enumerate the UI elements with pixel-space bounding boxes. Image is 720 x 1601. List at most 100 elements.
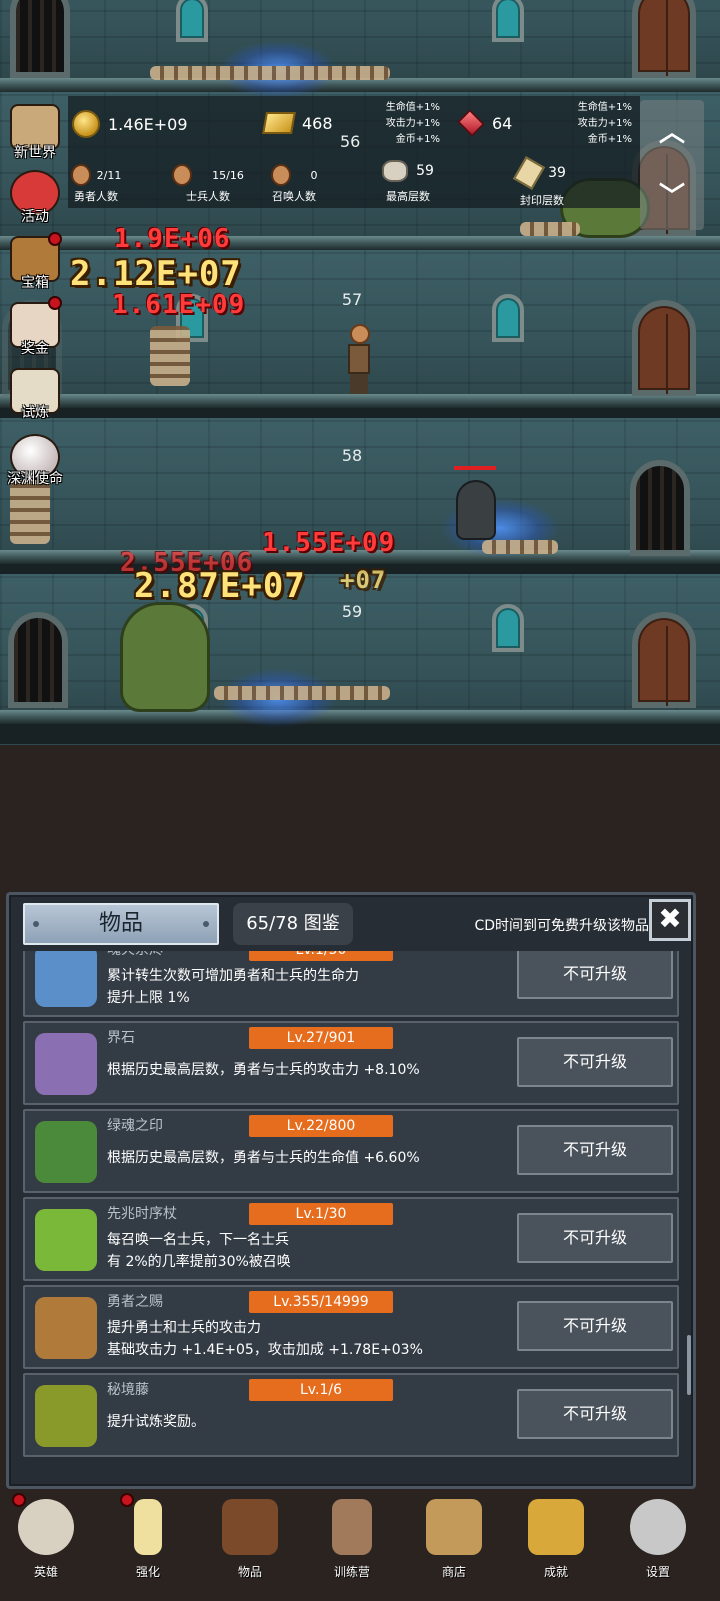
window (492, 604, 524, 652)
item-level: Lv.355/14999 (249, 1291, 393, 1313)
item-list[interactable]: 魂火余烬 Lv.1/50 累计转生次数可增加勇者和士兵的生命力 提升上限 1% … (23, 951, 685, 1479)
desc-line: 每召唤一名士兵，下一名士兵 (107, 1232, 289, 1248)
beer-mug-icon (35, 1297, 97, 1359)
list-scrollbar[interactable] (687, 1335, 691, 1395)
item-name: 绿魂之印 (107, 1118, 163, 1134)
bonus-hp: 生命值+1% (385, 102, 440, 113)
bones (214, 686, 390, 700)
item-name: 先兆时序杖 (107, 1206, 177, 1222)
floor-ledge (0, 78, 720, 92)
nav-shop[interactable]: 商店 (404, 1495, 504, 1595)
stat-value: 0 (310, 168, 318, 182)
scroll-up-arrow-icon[interactable]: ︿ (640, 112, 704, 149)
coin-counter: 1.46E+09 (72, 110, 188, 138)
window (176, 0, 208, 42)
upgrade-button[interactable]: 不可升级 (517, 1301, 673, 1351)
vine-icon (35, 1385, 97, 1447)
item-description: 根据历史最高层数，勇者与士兵的攻击力 +8.10% (107, 1059, 507, 1081)
stat-label: 封印层数 (520, 194, 564, 207)
stat-label: 勇者人数 (74, 190, 118, 203)
list-item: 勇者之赐 Lv.355/14999 提升勇士和士兵的攻击力 基础攻击力 +1.4… (23, 1285, 679, 1369)
item-name: 勇者之赐 (107, 1294, 163, 1310)
nav-settings[interactable]: 设置 (608, 1495, 708, 1595)
candle-icon (134, 1499, 162, 1555)
side-item-new-world[interactable]: 新世界 (2, 104, 68, 164)
desc-line: 提升勇士和士兵的攻击力 (107, 1320, 261, 1336)
side-item-event[interactable]: 活动 (2, 170, 68, 230)
nav-label: 商店 (441, 1565, 466, 1579)
notification-dot (12, 1493, 26, 1507)
item-description: 每召唤一名士兵，下一名士兵 有 2%的几率提前30%被召唤 (107, 1229, 507, 1273)
nav-training-camp[interactable]: 训练营 (302, 1495, 402, 1595)
gate (8, 612, 68, 708)
upgrade-button[interactable]: 不可升级 (517, 951, 673, 999)
desc-line: 根据历史最高层数，勇者与士兵的生命值 +6.60% (107, 1150, 420, 1166)
soldier-icon (172, 164, 193, 186)
coin-value: 1.46E+09 (108, 114, 188, 134)
panel-title: 物品 (23, 903, 219, 945)
list-item: 魂火余烬 Lv.1/50 累计转生次数可增加勇者和士兵的生命力 提升上限 1% … (23, 951, 679, 1017)
item-level: Lv.22/800 (249, 1115, 393, 1137)
upgrade-button[interactable]: 不可升级 (517, 1213, 673, 1263)
dungeon-ground (0, 745, 720, 885)
summon-icon (270, 164, 291, 186)
stat-heroes: 2/11 勇者人数 (68, 164, 124, 204)
item-description: 根据历史最高层数，勇者与士兵的生命值 +6.60% (107, 1147, 507, 1169)
ruby-counter: 64 (457, 109, 513, 137)
scroll-icon (513, 156, 546, 190)
nav-items[interactable]: 物品 (200, 1495, 300, 1595)
scroll-down-arrow-icon[interactable]: ﹀ (640, 176, 704, 213)
item-name: 界石 (107, 1030, 135, 1046)
list-item: 界石 Lv.27/901 根据历史最高层数，勇者与士兵的攻击力 +8.10% 不… (23, 1021, 679, 1105)
notification-dot (48, 232, 62, 246)
side-item-trial[interactable]: 试炼 (2, 368, 68, 428)
coin-icon (72, 110, 100, 138)
damage-number: 2.12E+07 (70, 254, 242, 294)
floor-number-59: 59 (341, 602, 363, 621)
stat-label: 士兵人数 (186, 190, 230, 203)
damage-number: 1.55E+09 (262, 528, 396, 558)
nav-label: 英雄 (33, 1565, 58, 1579)
nav-enhance[interactable]: 强化 (98, 1493, 198, 1595)
ruby-value: 64 (492, 113, 513, 133)
skull-icon (18, 1499, 74, 1555)
desc-line: 累计转生次数可增加勇者和士兵的生命力 (107, 968, 359, 984)
nav-label: 物品 (237, 1565, 262, 1579)
upgrade-button[interactable]: 不可升级 (517, 1389, 673, 1439)
item-description: 提升试炼奖励。 (107, 1411, 507, 1433)
nav-label: 训练营 (333, 1565, 370, 1579)
lantern-icon (332, 1499, 372, 1555)
side-item-label: 试炼 (21, 405, 49, 421)
floor-ledge (0, 236, 720, 250)
desc-line: 提升上限 1% (107, 990, 190, 1006)
collection-count[interactable]: 65/78 图鉴 (233, 903, 353, 945)
side-item-label: 活动 (21, 209, 49, 225)
nav-label: 强化 (135, 1565, 160, 1579)
nav-heroes[interactable]: 英雄 (0, 1493, 96, 1595)
notification-dot (48, 296, 62, 310)
stat-soldiers: 15/16 士兵人数 (168, 164, 248, 204)
side-item-chest[interactable]: 宝箱 (2, 232, 68, 296)
floor-ledge (0, 710, 720, 724)
side-item-abyss-mission[interactable]: 深渊使命 (2, 434, 68, 494)
staff-icon (35, 1209, 97, 1271)
item-name: 魂火余烬 (107, 951, 163, 959)
door (632, 612, 696, 708)
ruby-icon (457, 109, 485, 137)
hero-icon (70, 164, 91, 186)
bonus-list-right: 生命值+1% 攻击力+1% 金币+1% (566, 100, 632, 148)
notification-dot (120, 1493, 134, 1507)
upgrade-button[interactable]: 不可升级 (517, 1037, 673, 1087)
item-description: 提升勇士和士兵的攻击力 基础攻击力 +1.4E+05，攻击加成 +1.78E+0… (107, 1317, 527, 1361)
side-item-bonus[interactable]: 奖金 (2, 296, 68, 362)
gold-bar-icon (262, 112, 296, 134)
upgrade-button[interactable]: 不可升级 (517, 1125, 673, 1175)
bonus-list-left: 生命值+1% 攻击力+1% 金币+1% (374, 100, 440, 148)
stat-sealed-floor: 39 封印层数 (512, 156, 572, 208)
skeleton-enemy (150, 326, 190, 386)
floor-scroll-controls: ︿ ﹀ (640, 100, 704, 230)
gold-bar-counter: 468 (262, 112, 333, 134)
boundary-stone-icon (35, 1033, 97, 1095)
nav-achievements[interactable]: 成就 (506, 1495, 606, 1595)
close-icon[interactable]: ✖ (649, 899, 691, 941)
